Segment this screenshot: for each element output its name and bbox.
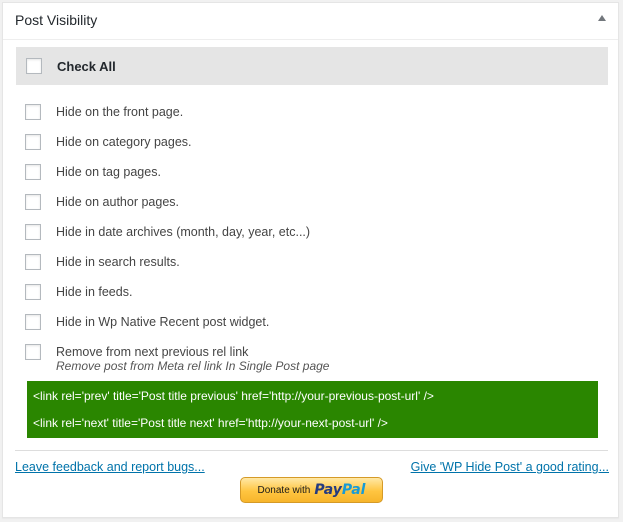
option-hide-feeds[interactable]: Hide in feeds. <box>25 277 310 307</box>
option-label[interactable]: Hide on author pages. <box>56 195 179 209</box>
paypal-logo-pay: Pay <box>314 482 342 498</box>
check-all-checkbox[interactable] <box>26 58 42 74</box>
rel-link-code-sample: <link rel='prev' title='Post title previ… <box>27 381 598 438</box>
donate-label: Donate with <box>257 484 311 496</box>
option-hide-front-page[interactable]: Hide on the front page. <box>25 97 310 127</box>
option-checkbox[interactable] <box>25 284 41 300</box>
collapse-toggle-icon[interactable] <box>598 15 606 21</box>
check-all-label[interactable]: Check All <box>57 59 116 74</box>
option-hide-category-pages[interactable]: Hide on category pages. <box>25 127 310 157</box>
option-checkbox[interactable] <box>25 164 41 180</box>
option-label[interactable]: Hide on the front page. <box>56 105 183 119</box>
code-line-next: <link rel='next' title='Post title next'… <box>33 416 388 430</box>
metabox-title: Post Visibility <box>15 12 98 28</box>
option-hide-date-archives[interactable]: Hide in date archives (month, day, year,… <box>25 217 310 247</box>
option-checkbox[interactable] <box>25 104 41 120</box>
option-label[interactable]: Hide in date archives (month, day, year,… <box>56 225 310 239</box>
rating-link[interactable]: Give 'WP Hide Post' a good rating... <box>411 460 609 474</box>
option-checkbox[interactable] <box>25 134 41 150</box>
option-checkbox[interactable] <box>25 344 41 360</box>
option-checkbox[interactable] <box>25 254 41 270</box>
option-hide-recent-post-widget[interactable]: Hide in Wp Native Recent post widget. <box>25 307 310 337</box>
option-checkbox[interactable] <box>25 194 41 210</box>
paypal-logo-pal: Pal <box>341 482 366 498</box>
option-label[interactable]: Hide in feeds. <box>56 285 132 299</box>
post-visibility-metabox: Post Visibility Check All Hide on the fr… <box>2 2 619 518</box>
option-checkbox[interactable] <box>25 224 41 240</box>
option-hide-search-results[interactable]: Hide in search results. <box>25 247 310 277</box>
feedback-link[interactable]: Leave feedback and report bugs... <box>15 460 205 474</box>
option-hide-tag-pages[interactable]: Hide on tag pages. <box>25 157 310 187</box>
option-hide-author-pages[interactable]: Hide on author pages. <box>25 187 310 217</box>
rel-link-description: Remove post from Meta rel link In Single… <box>56 359 330 373</box>
footer-divider <box>15 450 608 451</box>
option-label[interactable]: Hide in Wp Native Recent post widget. <box>56 315 269 329</box>
metabox-header[interactable]: Post Visibility <box>3 3 618 40</box>
option-label[interactable]: Hide on tag pages. <box>56 165 161 179</box>
paypal-logo: PayPal <box>314 482 365 498</box>
option-label[interactable]: Remove from next previous rel link <box>56 345 248 359</box>
visibility-options-list: Hide on the front page. Hide on category… <box>25 97 310 367</box>
code-line-prev: <link rel='prev' title='Post title previ… <box>33 389 434 403</box>
option-checkbox[interactable] <box>25 314 41 330</box>
paypal-donate-button[interactable]: Donate with PayPal <box>240 477 383 503</box>
option-label[interactable]: Hide in search results. <box>56 255 180 269</box>
option-label[interactable]: Hide on category pages. <box>56 135 192 149</box>
check-all-row[interactable]: Check All <box>16 47 608 85</box>
